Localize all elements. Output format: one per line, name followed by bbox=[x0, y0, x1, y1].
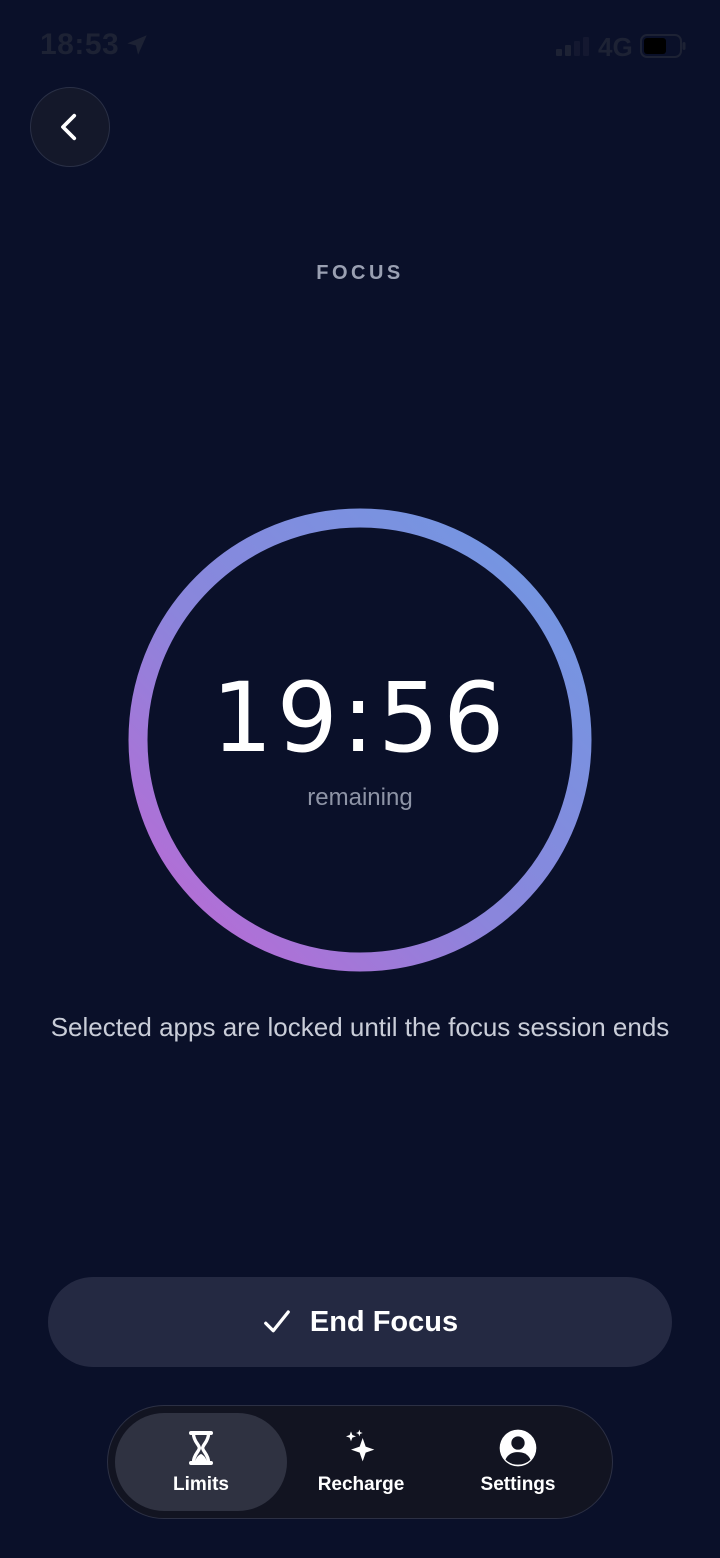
person-circle-icon bbox=[499, 1429, 537, 1467]
status-time: 18:53 bbox=[40, 28, 120, 61]
signal-icon bbox=[556, 37, 589, 56]
focus-screen: 18:53 4G FOCUS 19:56 remaining Selected … bbox=[0, 0, 720, 1558]
sparkles-icon bbox=[346, 1429, 375, 1462]
tab-limits-label: Limits bbox=[173, 1474, 229, 1495]
network-label: 4G bbox=[598, 32, 633, 62]
tab-recharge-label: Recharge bbox=[317, 1474, 405, 1495]
hourglass-icon bbox=[189, 1431, 213, 1465]
location-arrow-icon bbox=[127, 35, 147, 55]
timer-value: 19:56 bbox=[211, 662, 509, 774]
checkmark-icon bbox=[264, 1310, 290, 1333]
back-button[interactable] bbox=[30, 87, 110, 167]
end-focus-button[interactable]: End Focus bbox=[48, 1277, 672, 1367]
tab-bar: Limits Recharge Settings bbox=[107, 1405, 613, 1519]
battery-icon bbox=[640, 34, 686, 58]
tab-settings[interactable]: Settings bbox=[432, 1413, 604, 1511]
focus-info-text: Selected apps are locked until the focus… bbox=[50, 1012, 670, 1042]
timer-remaining-label: remaining bbox=[307, 784, 413, 811]
tab-settings-label: Settings bbox=[480, 1474, 556, 1495]
status-bar: 18:53 4G bbox=[0, 0, 720, 90]
tab-limits[interactable]: Limits bbox=[115, 1413, 287, 1511]
page-title: FOCUS bbox=[316, 262, 404, 284]
chevron-left-icon bbox=[61, 113, 77, 141]
end-focus-label: End Focus bbox=[309, 1305, 459, 1338]
tab-recharge[interactable]: Recharge bbox=[275, 1413, 447, 1511]
